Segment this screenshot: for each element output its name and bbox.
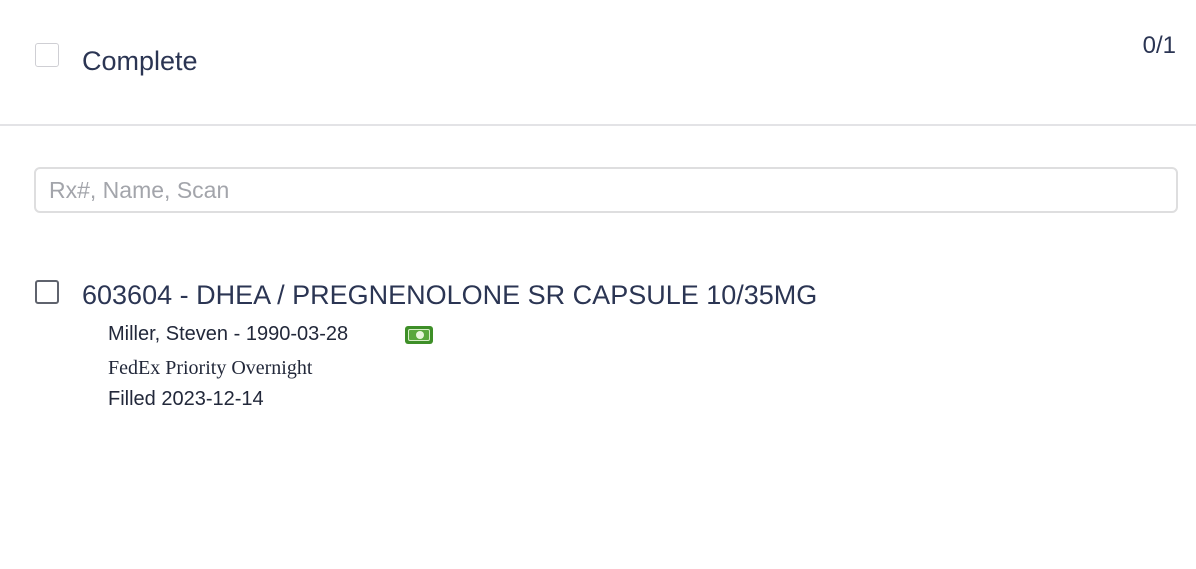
progress-count: 0/1 bbox=[1142, 32, 1176, 59]
shipping-method: FedEx Priority Overnight bbox=[108, 357, 313, 379]
header: Complete 0/1 bbox=[0, 0, 1196, 126]
complete-label: Complete bbox=[82, 46, 198, 76]
search-input[interactable] bbox=[34, 167, 1178, 213]
cash-icon bbox=[405, 326, 433, 344]
filled-date: Filled 2023-12-14 bbox=[108, 388, 264, 410]
complete-checkbox[interactable] bbox=[35, 43, 59, 67]
patient-info: Miller, Steven - 1990-03-28 bbox=[108, 323, 349, 345]
rx-title: 603604 - DHEA / PREGNENOLONE SR CAPSULE … bbox=[82, 280, 818, 310]
rx-item-checkbox[interactable] bbox=[35, 280, 59, 304]
